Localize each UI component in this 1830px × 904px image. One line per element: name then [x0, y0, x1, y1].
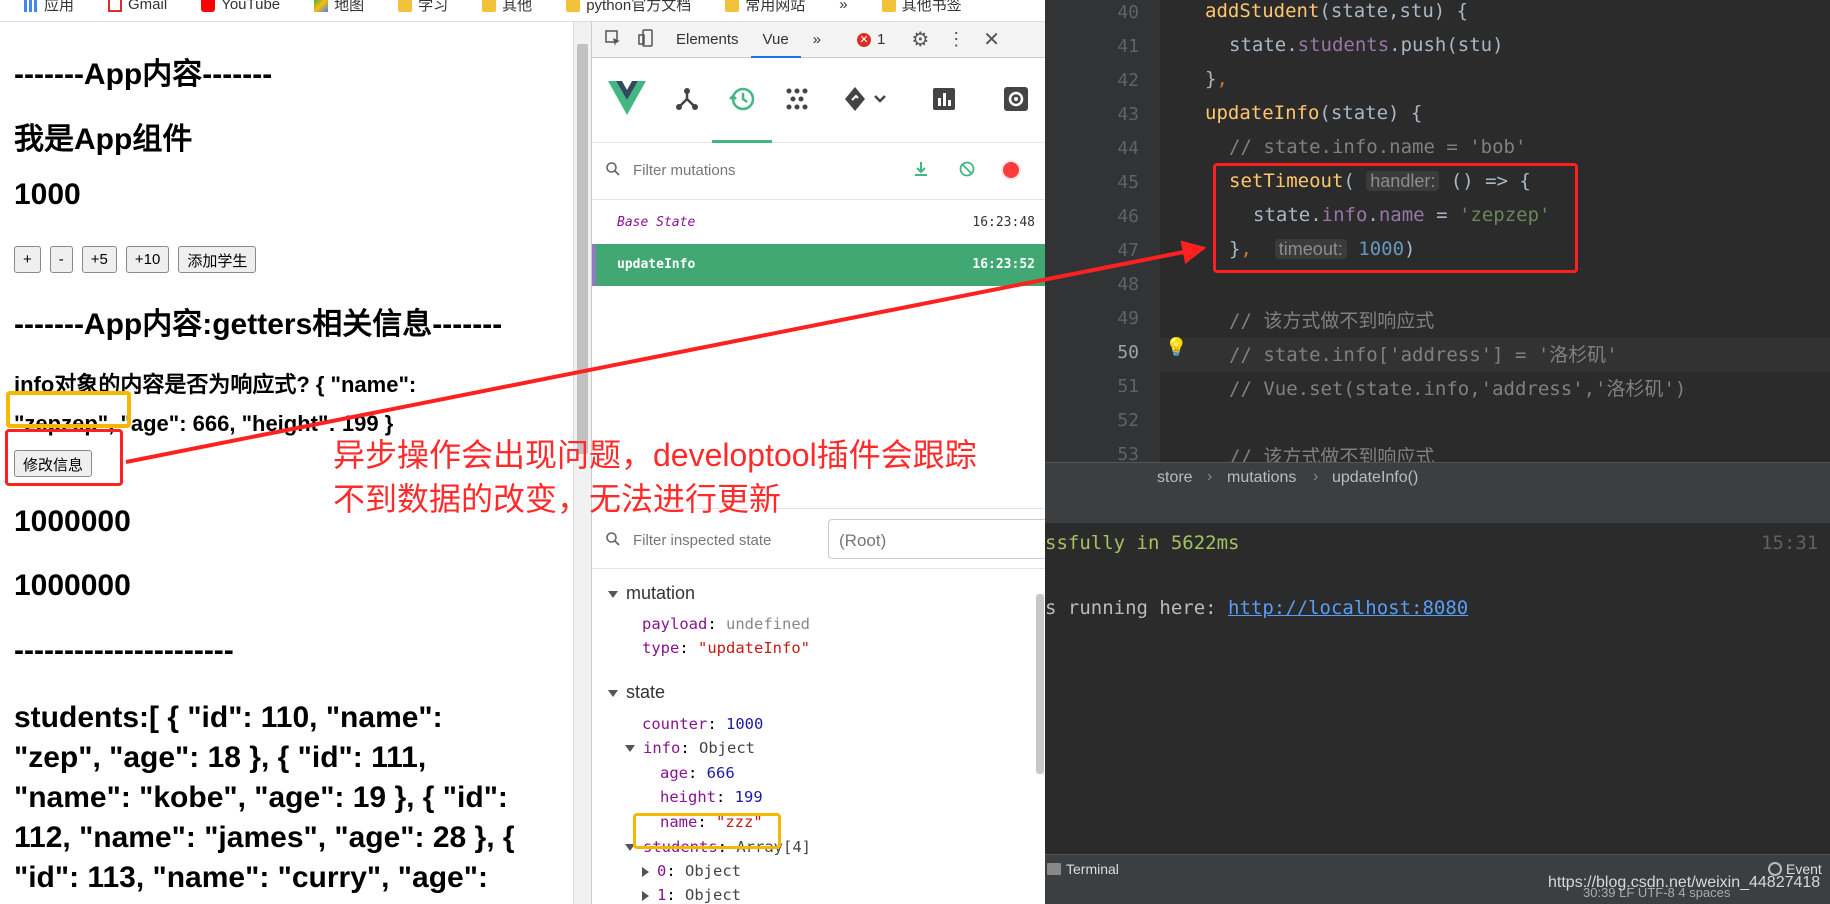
watermark-text: https://blog.csdn.net/weixin_44827418	[1548, 874, 1821, 891]
annotation-line-1: 异步操作会出现问题，developtool插件会跟踪	[333, 437, 977, 473]
annotation-line-2: 不到数据的改变，无法进行更新	[333, 481, 782, 517]
